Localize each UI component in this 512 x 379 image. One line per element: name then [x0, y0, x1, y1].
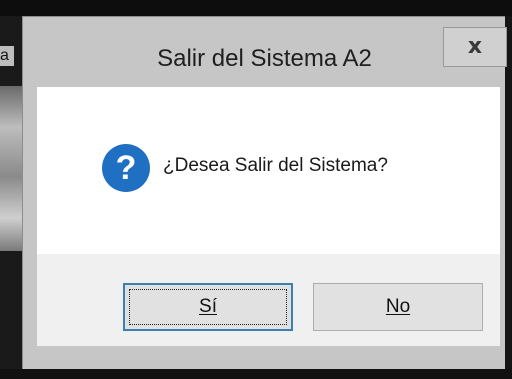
background-window-bottom: [0, 369, 512, 379]
dialog-message: ¿Desea Salir del Sistema?: [163, 155, 388, 176]
exit-dialog: Salir del Sistema A2 x ? ¿Desea Salir de…: [22, 16, 507, 369]
dialog-button-bar: Sí No: [37, 254, 500, 346]
dialog-title: Salir del Sistema A2: [157, 45, 372, 72]
background-window-text: a: [0, 46, 14, 66]
background-window-right: [505, 16, 512, 379]
background-window-top: [0, 0, 512, 16]
no-button[interactable]: No: [313, 283, 483, 331]
close-button[interactable]: x: [443, 27, 507, 67]
focus-ring: [129, 289, 287, 325]
dialog-titlebar[interactable]: Salir del Sistema A2 x: [23, 17, 507, 87]
yes-button[interactable]: Sí: [123, 283, 293, 331]
background-window-image: [0, 86, 22, 251]
no-button-label: No: [385, 296, 411, 317]
close-icon: x: [467, 34, 483, 59]
dialog-content: ? ¿Desea Salir del Sistema?: [37, 87, 500, 254]
question-icon: ?: [102, 144, 150, 192]
svg-text:?: ?: [116, 149, 137, 187]
